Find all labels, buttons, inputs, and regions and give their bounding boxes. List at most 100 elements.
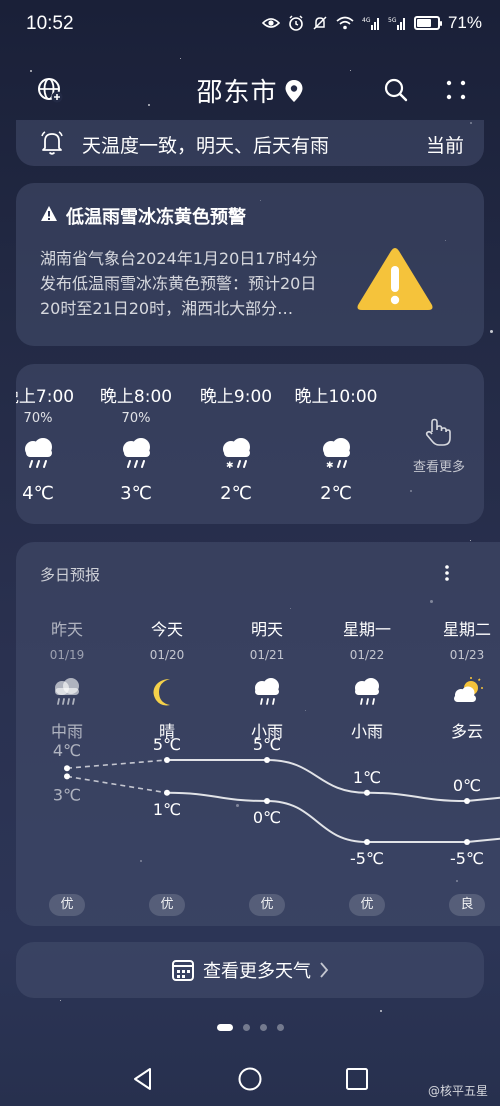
svg-text:5G: 5G (388, 17, 397, 24)
page-dot (259, 1024, 267, 1031)
aqi-badge: 优 (349, 894, 385, 916)
page-dot (242, 1024, 250, 1031)
page-indicator (0, 1024, 500, 1031)
temp-label-high: 1℃ (353, 768, 381, 787)
weather-reminder-strip[interactable]: 天温度一致，明天、后天有雨 当前 (16, 120, 484, 166)
swipe-hand-icon (425, 418, 451, 446)
rain-cloud-icon (25, 438, 52, 468)
eye-icon (261, 18, 280, 28)
hour-time: 晚上7:00 (16, 387, 75, 407)
wifi-icon (336, 16, 354, 30)
more-weather-button[interactable]: 查看更多天气 (16, 942, 484, 998)
temp-label-low: -5℃ (350, 849, 384, 868)
hour-item: 晚上10:00 ✱ 2℃ (291, 382, 381, 504)
temp-label-high: 5℃ (253, 735, 281, 754)
hour-temp: 2℃ (220, 483, 252, 504)
aqi-badge: 优 (249, 894, 285, 916)
hourly-more-button[interactable]: 查看更多 (404, 416, 474, 475)
temp-label-high: 4℃ (53, 741, 81, 760)
temp-label-high: 0℃ (453, 776, 481, 795)
hourly-forecast-card[interactable]: 晚上7:00 70% 4℃ 晚上8:00 70% 3℃ 晚上9:00 ✱ 2℃ … (16, 364, 484, 524)
trend-point-low (64, 773, 70, 780)
trend-point-high (364, 789, 370, 796)
hour-time: 晚上10:00 (294, 387, 378, 407)
hour-precip-prob: 70% (23, 411, 53, 426)
hour-precip-prob (191, 411, 281, 427)
status-icons: 4G 5G 71% (261, 13, 482, 33)
top-bar: 邵东市 (0, 62, 500, 118)
trend-point-high (164, 757, 170, 763)
status-time: 10:52 (26, 13, 74, 34)
trend-point-high (64, 765, 70, 772)
more-menu-button[interactable] (438, 72, 474, 108)
page-dot (276, 1024, 284, 1031)
trend-point-high (264, 757, 270, 763)
hour-item: 晚上8:00 70% 3℃ (91, 382, 181, 504)
search-icon (384, 78, 408, 102)
alarm-icon (289, 15, 303, 31)
hour-temp: 2℃ (320, 483, 352, 504)
city-name[interactable]: 邵东市 (196, 72, 277, 109)
bell-icon (41, 131, 63, 155)
warning-title: 低温雨雪冰冻黄色预警 (66, 207, 246, 228)
system-nav-bar (0, 1056, 500, 1100)
warning-triangle-icon (357, 248, 433, 310)
hour-time: 晚上9:00 (199, 387, 273, 407)
hour-precip-prob (291, 411, 381, 427)
svg-text:✱: ✱ (326, 461, 334, 471)
chevron-right-icon (320, 962, 329, 978)
svg-text:4G: 4G (362, 17, 371, 24)
warning-body: 湖南省气象台2024年1月20日17时4分发布低温雨雪冰冻黄色预警：预计20日2… (40, 249, 318, 318)
temp-label-low: -5℃ (450, 849, 484, 868)
hour-temp: 3℃ (120, 483, 152, 504)
watermark: @核平五星 (427, 1084, 488, 1098)
hour-item: 晚上9:00 ✱ 2℃ (191, 382, 281, 504)
multi-day-forecast-card[interactable]: 多日预报 昨天 01/19 中雨 今天 01/20 晴 明天 01/21 小雨 … (16, 542, 500, 926)
reminder-current-label: 当前 (425, 135, 464, 157)
trend-dash-high (66, 759, 168, 769)
hour-item: 晚上7:00 70% 4℃ (16, 382, 83, 504)
rain-cloud-icon (123, 438, 150, 468)
hourly-more-label: 查看更多 (412, 460, 465, 475)
more-weather-label: 查看更多天气 (203, 961, 311, 982)
aqi-badge: 优 (49, 894, 85, 916)
home-circle-icon (238, 1067, 262, 1091)
nav-home-button[interactable] (237, 1066, 263, 1092)
trend-line-high (167, 759, 500, 803)
aqi-badge: 优 (149, 894, 185, 916)
nav-recents-button[interactable] (344, 1066, 370, 1092)
calendar-icon (172, 960, 194, 981)
warning-small-icon (41, 206, 57, 221)
sleet-cloud-icon: ✱ (323, 438, 350, 471)
trend-dash-low (66, 775, 168, 794)
battery-percent: 71% (447, 13, 482, 32)
signal-5g-icon: 5G (388, 17, 405, 30)
weather-warning-card[interactable]: 低温雨雪冰冻黄色预警 湖南省气象台2024年1月20日17时4分发布低温雨雪冰冻… (16, 183, 484, 346)
battery-icon (413, 16, 442, 30)
temp-label-high: 5℃ (153, 735, 181, 754)
temp-label-low: 3℃ (53, 785, 81, 804)
hour-time: 晚上8:00 (99, 387, 173, 407)
recents-square-icon (346, 1068, 368, 1090)
trend-point-low (364, 839, 370, 845)
trend-point-low (264, 798, 270, 804)
page-dot-active (216, 1024, 233, 1031)
temp-label-low: 1℃ (153, 800, 181, 819)
hour-precip-prob: 70% (121, 411, 151, 426)
temp-label-low: 0℃ (253, 808, 281, 827)
trend-point-high (464, 798, 470, 804)
reminder-text: 天温度一致，明天、后天有雨 (82, 135, 330, 157)
mute-bell-icon (313, 16, 327, 30)
location-pin-icon (285, 79, 302, 102)
trend-point-low (464, 839, 470, 845)
status-bar: 10:52 4G 5G 71% (0, 0, 500, 48)
nav-back-button[interactable] (130, 1066, 156, 1092)
signal-4g-icon: 4G (362, 17, 379, 30)
search-button[interactable] (378, 72, 414, 108)
trend-point-low (164, 789, 170, 796)
more-dots-icon (446, 80, 466, 100)
sleet-cloud-icon: ✱ (223, 438, 250, 471)
hour-temp: 4℃ (22, 483, 54, 504)
aqi-badge: 良 (449, 894, 485, 916)
battery-fill (416, 19, 431, 27)
